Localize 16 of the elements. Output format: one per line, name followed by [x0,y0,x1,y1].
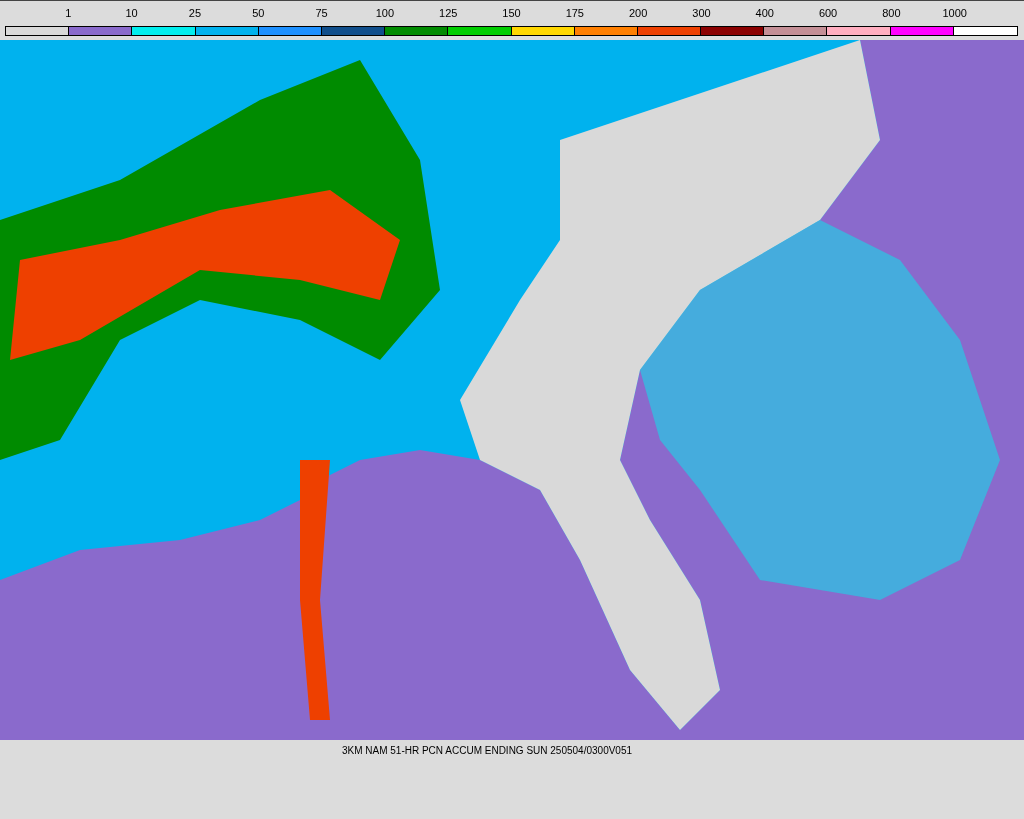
legend-label: 125 [439,6,458,21]
legend-label: 175 [565,6,584,21]
legend-label: 200 [628,6,648,21]
legend-label: 10 [125,6,138,21]
legend-label: 800 [882,6,901,21]
legend-label: 75 [315,6,328,21]
legend-label: 1 [65,6,72,21]
legend-label: 50 [252,6,265,21]
legend-label: 100 [375,6,395,21]
legend-label: 600 [818,6,838,21]
map-caption: 3KM NAM 51-HR PCN ACCUM ENDING SUN 250504/0300V051 [341,745,633,756]
legend-label: 25 [188,6,202,21]
legend-label: 1000 [942,6,967,21]
legend-label: 150 [502,6,521,21]
legend-label: 300 [692,6,711,21]
legend-label: 400 [755,6,774,21]
